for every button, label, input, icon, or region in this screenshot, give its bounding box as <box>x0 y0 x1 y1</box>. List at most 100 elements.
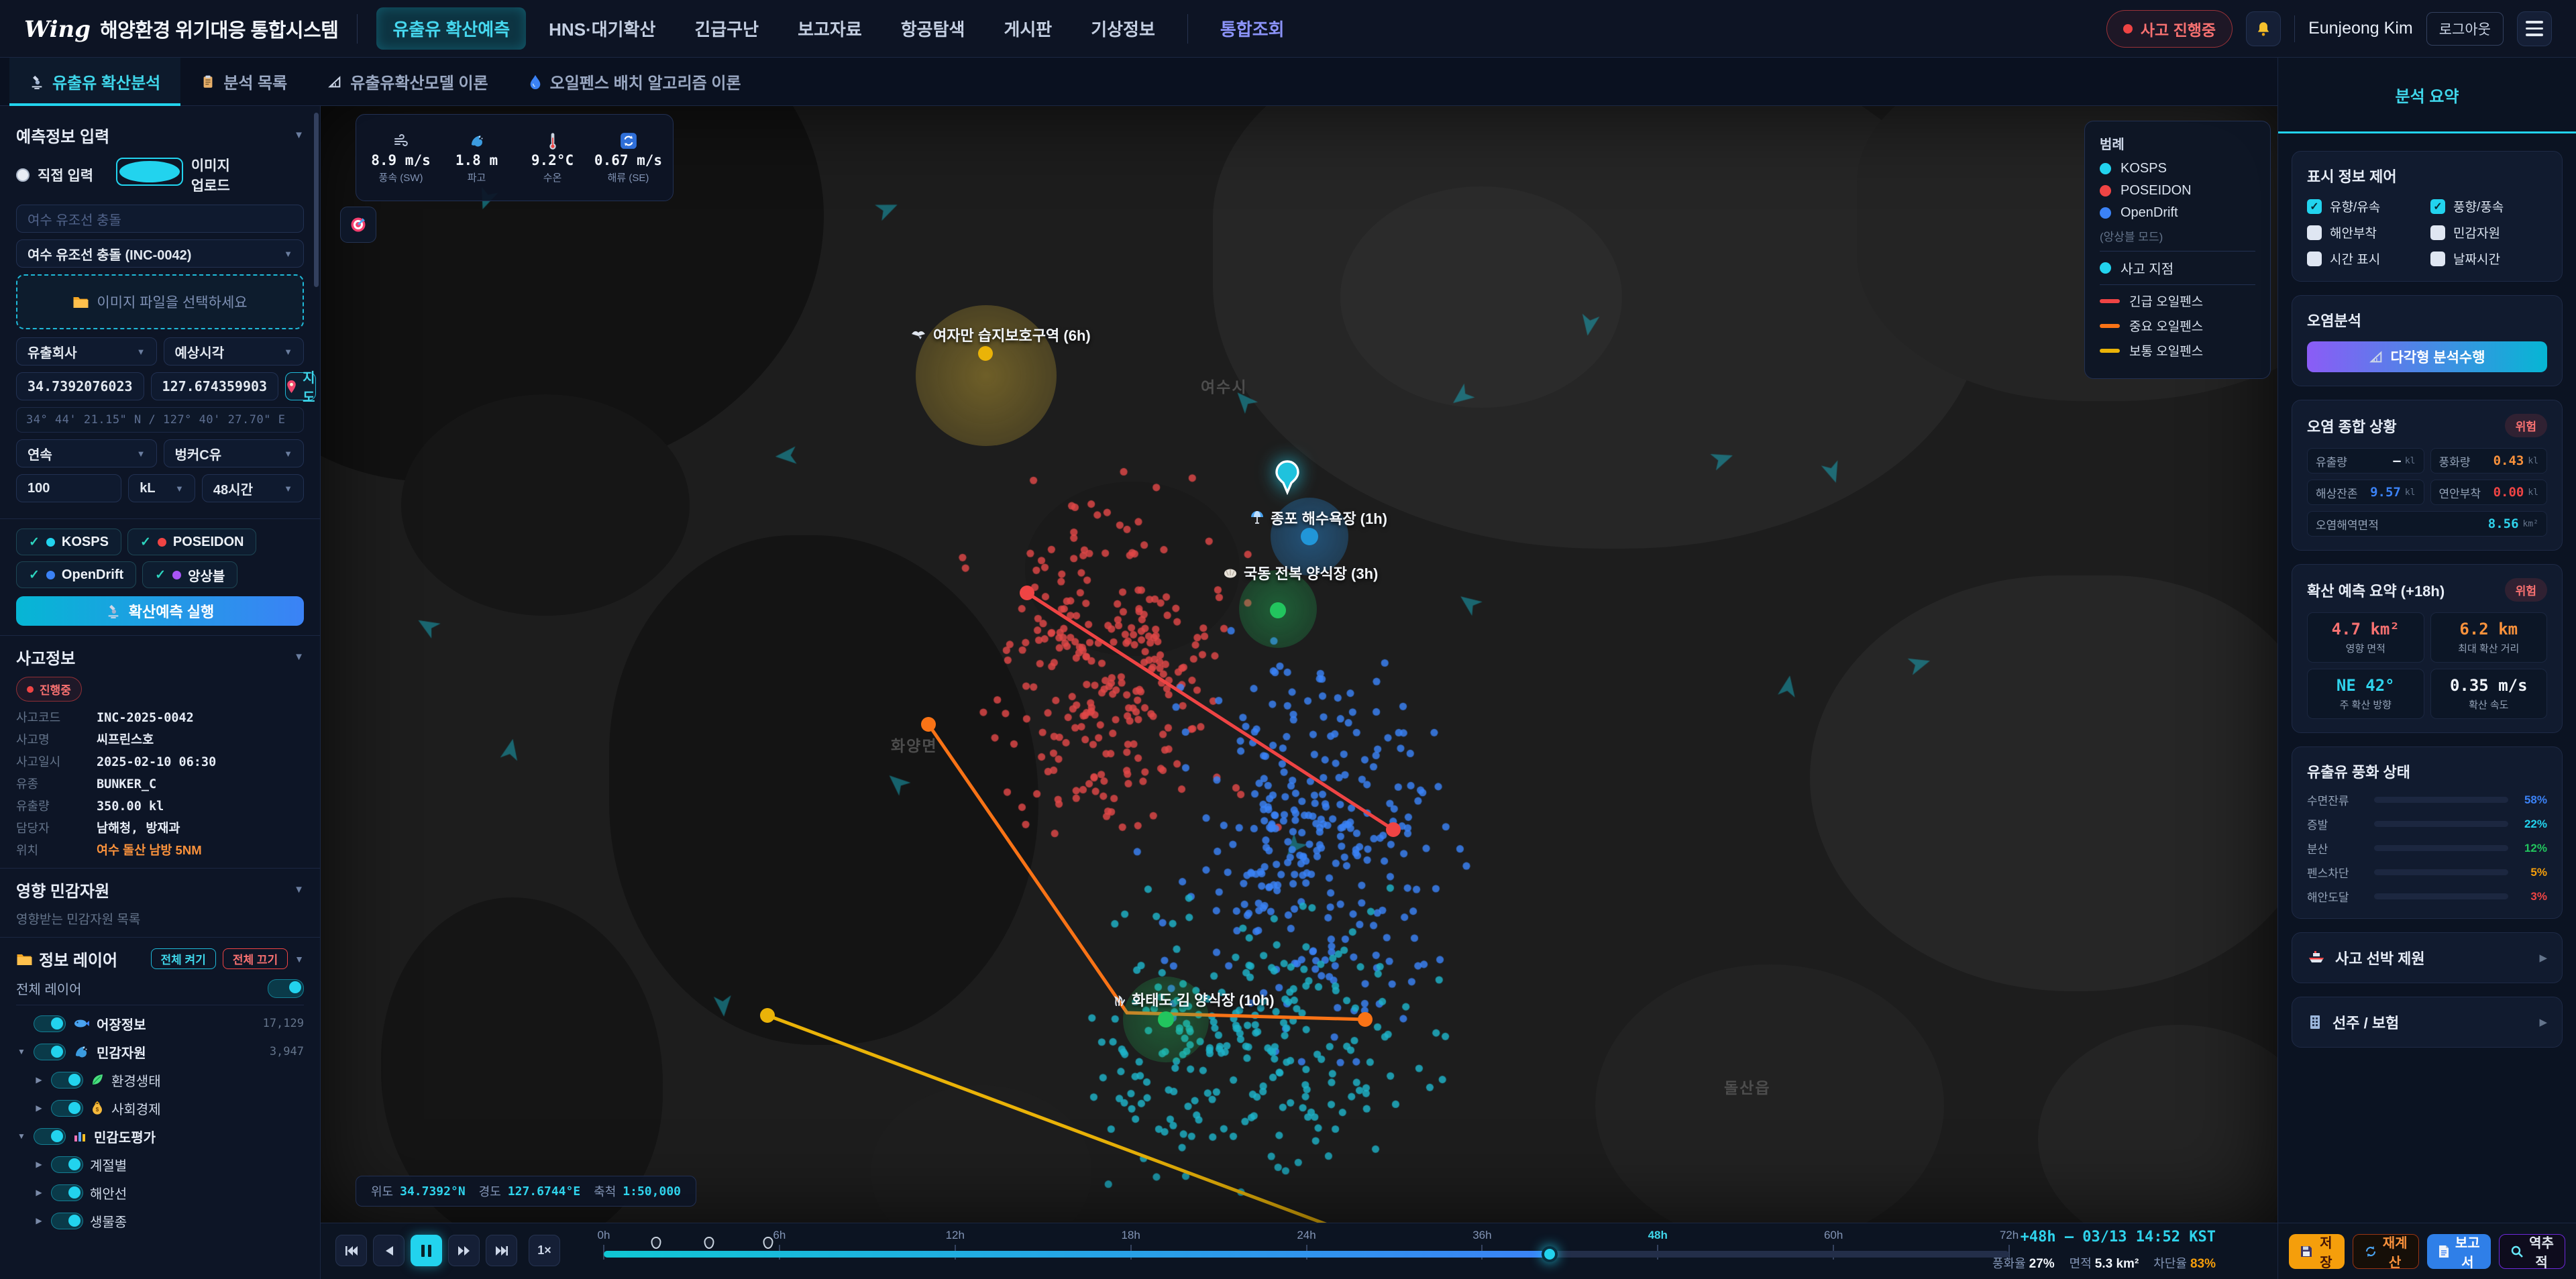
nav-item-7[interactable]: 통합조회 <box>1204 7 1301 50</box>
section-incident-info[interactable]: 사고정보 ▼ <box>16 645 304 669</box>
expand-icon[interactable]: ▶ <box>34 1160 44 1169</box>
display-check-해안부착[interactable]: 해안부착 <box>2307 223 2424 241</box>
time-tick-36h[interactable]: 36h <box>1472 1229 1491 1242</box>
display-check-유향/유속[interactable]: ✓유향/유속 <box>2307 197 2424 215</box>
nav-item-0[interactable]: 유출유 확산예측 <box>376 7 526 50</box>
display-check-날짜시간[interactable]: 날짜시간 <box>2430 249 2547 268</box>
sensitive-area-dot[interactable] <box>1158 1011 1174 1027</box>
tab-2[interactable]: 유출유확산모델 이론 <box>307 58 508 105</box>
time-tick-60h[interactable]: 60h <box>1824 1229 1843 1242</box>
layer-toggle[interactable] <box>51 1184 83 1201</box>
model-chip-POSEIDON[interactable]: ✓POSEIDON <box>127 529 257 555</box>
fence-deploy-marker[interactable] <box>651 1237 661 1249</box>
fence-deploy-marker[interactable] <box>704 1237 714 1249</box>
unit-select[interactable]: kL▼ <box>128 474 195 502</box>
model-chip-앙상블[interactable]: ✓앙상블 <box>142 561 237 588</box>
fast-forward-button[interactable] <box>448 1235 480 1266</box>
logout-button[interactable]: 로그아웃 <box>2426 12 2504 46</box>
layer-toggle[interactable] <box>51 1072 83 1089</box>
expand-icon[interactable]: ▼ <box>16 1131 27 1141</box>
oil-type-select[interactable]: 벙커C유▼ <box>164 439 305 467</box>
layer-toggle[interactable] <box>51 1100 83 1117</box>
layer-toggle[interactable] <box>51 1156 83 1173</box>
company-select[interactable]: 유출회사▼ <box>16 337 157 366</box>
left-scrollbar[interactable] <box>314 113 319 287</box>
radio-direct-input[interactable]: 직접 입력 <box>16 165 93 185</box>
skip-start-button[interactable] <box>335 1235 367 1266</box>
expand-icon[interactable]: ▼ <box>16 1047 27 1056</box>
vessel-spec-card[interactable]: 사고 선박 제원 ▶ <box>2292 932 2563 983</box>
sensitive-area-dot[interactable] <box>1270 602 1286 618</box>
nav-item-5[interactable]: 게시판 <box>987 7 1068 50</box>
display-check-풍향/풍속[interactable]: ✓풍향/풍속 <box>2430 197 2547 215</box>
tab-1[interactable]: 분석 목록 <box>180 58 307 105</box>
expand-icon[interactable]: ▶ <box>34 1216 44 1225</box>
sensitive-area-dot[interactable] <box>1301 528 1318 545</box>
display-check-민감자원[interactable]: 민감자원 <box>2430 223 2547 241</box>
layer-toggle[interactable] <box>34 1044 66 1060</box>
owner-insurance-card[interactable]: 선주 / 보험 ▶ <box>2292 997 2563 1048</box>
layers-all-on-button[interactable]: 전체 켜기 <box>151 948 216 969</box>
expected-time-select[interactable]: 예상시각▼ <box>164 337 305 366</box>
time-tick-18h[interactable]: 18h <box>1121 1229 1140 1242</box>
pick-on-map-button[interactable]: 지도 <box>285 372 315 400</box>
recenter-button[interactable] <box>340 207 376 243</box>
time-ruler[interactable]: 0h6h12h18h24h36h48h60h72h <box>604 1223 2009 1279</box>
time-tick-72h[interactable]: 72h <box>2000 1229 2019 1242</box>
저장-button[interactable]: 저장 <box>2289 1234 2345 1269</box>
model-chip-OpenDrift[interactable]: ✓OpenDrift <box>16 561 136 588</box>
time-tick-0h[interactable]: 0h <box>598 1229 610 1242</box>
playback-speed-button[interactable]: 1× <box>529 1235 560 1266</box>
incident-name-input[interactable]: 여수 유조선 충돌 <box>16 205 304 233</box>
layer-toggle[interactable] <box>34 1128 66 1145</box>
nav-item-1[interactable]: HNS·대기확산 <box>533 7 672 50</box>
time-tick-12h[interactable]: 12h <box>946 1229 965 1242</box>
duration-select[interactable]: 48시간▼ <box>202 474 304 502</box>
tab-0[interactable]: 유출유 확산분석 <box>9 58 180 105</box>
polygon-analysis-button[interactable]: 다각형 분석수행 <box>2307 341 2547 372</box>
time-tick-6h[interactable]: 6h <box>773 1229 786 1242</box>
section-predict-input[interactable]: 예측정보 입력 ▼ <box>16 123 304 147</box>
재계산-button[interactable]: 재계산 <box>2353 1234 2419 1269</box>
tab-3[interactable]: 오일펜스 배치 알고리즘 이론 <box>508 58 761 105</box>
time-tick-48h[interactable]: 48h <box>1648 1229 1668 1242</box>
incident-status-badge[interactable]: 사고 진행중 <box>2106 10 2233 48</box>
layers-all-off-button[interactable]: 전체 끄기 <box>223 948 288 969</box>
layer-toggle[interactable] <box>34 1015 66 1032</box>
map-marker-label[interactable]: 화태도 김 양식장 (10h) <box>1112 989 1275 1010</box>
역추적-button[interactable]: 역추적 <box>2499 1234 2565 1269</box>
nav-item-2[interactable]: 긴급구난 <box>678 7 775 50</box>
incident-pin[interactable] <box>1275 460 1300 495</box>
image-dropzone[interactable]: 이미지 파일을 선택하세요 <box>16 274 304 329</box>
section-sensitive-resources[interactable]: 영향 민감자원 ▼ <box>16 878 304 901</box>
skip-end-button[interactable] <box>486 1235 517 1266</box>
model-chip-KOSPS[interactable]: ✓KOSPS <box>16 529 121 555</box>
incident-select[interactable]: 여수 유조선 충돌 (INC-0042) ▼ <box>16 239 304 268</box>
amount-input[interactable]: 100 <box>16 474 121 502</box>
radio-image-upload[interactable]: 이미지 업로드 <box>116 155 230 195</box>
run-prediction-button[interactable]: 확산예측 실행 <box>16 596 304 626</box>
display-check-시간 표시[interactable]: 시간 표시 <box>2307 249 2424 268</box>
notifications-button[interactable] <box>2246 11 2281 46</box>
map-canvas-area[interactable]: 여수시화양면돌산읍여자만 습지보호구역 (6h)종포 해수욕장 (1h)국동 전… <box>321 106 2277 1223</box>
layer-toggle[interactable] <box>51 1213 83 1229</box>
map-marker-label[interactable]: 국동 전복 양식장 (3h) <box>1223 562 1378 583</box>
longitude-input[interactable]: 127.674359903 <box>151 372 279 400</box>
nav-item-3[interactable]: 보고자료 <box>782 7 878 50</box>
time-tick-24h[interactable]: 24h <box>1297 1229 1316 1242</box>
nav-item-4[interactable]: 항공탐색 <box>885 7 981 50</box>
sensitive-area-dot[interactable] <box>978 346 993 361</box>
map-marker-label[interactable]: 여자만 습지보호구역 (6h) <box>911 324 1091 345</box>
expand-icon[interactable]: ▶ <box>34 1103 44 1113</box>
master-layer-toggle[interactable] <box>268 979 304 998</box>
map-marker-label[interactable]: 종포 해수욕장 (1h) <box>1250 507 1387 529</box>
pause-button[interactable] <box>411 1235 442 1266</box>
nav-item-6[interactable]: 기상정보 <box>1075 7 1171 50</box>
timeline-playhead[interactable] <box>1542 1246 1558 1262</box>
expand-icon[interactable]: ▶ <box>34 1188 44 1197</box>
step-back-button[interactable] <box>373 1235 405 1266</box>
보고서-button[interactable]: 보고서 <box>2427 1234 2491 1269</box>
menu-button[interactable] <box>2517 11 2552 46</box>
spill-mode-select[interactable]: 연속▼ <box>16 439 157 467</box>
latitude-input[interactable]: 34.7392076023 <box>16 372 144 400</box>
